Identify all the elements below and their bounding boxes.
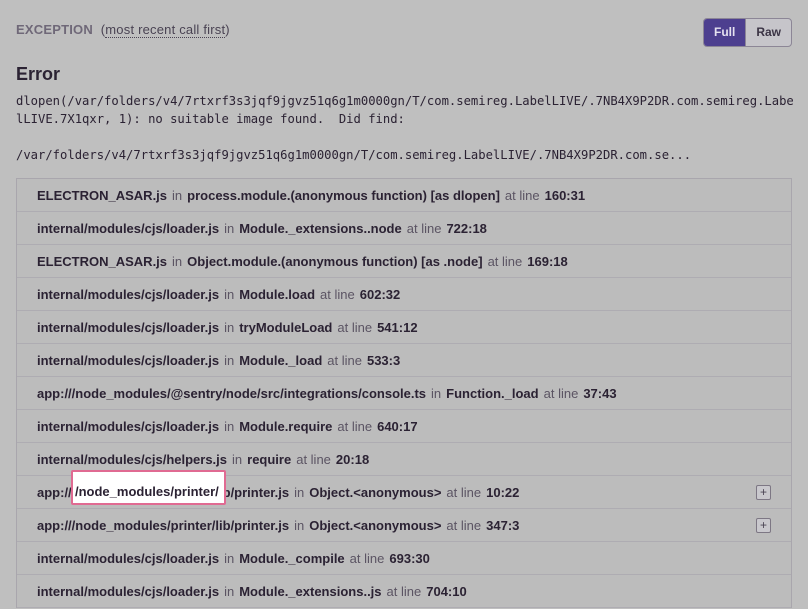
frame-in-label: in — [224, 319, 235, 335]
frame-at-line-label: at line — [320, 286, 355, 302]
stack-frames-list: ELECTRON_ASAR.js in process.module.(anonym… — [16, 178, 792, 608]
frame-line-number: 347:3 — [486, 517, 520, 533]
frame-in-label: in — [431, 385, 442, 401]
highlight-text: /node_modules/printer/ — [75, 484, 219, 499]
stack-frame-row[interactable]: internal/modules/cjs/loader.js in Module._… — [17, 344, 791, 377]
stack-frame-row[interactable]: app:///node_modules/@sentry/node/src/int… — [17, 377, 791, 410]
frame-in-label: in — [224, 352, 235, 368]
stack-frame-row[interactable]: internal/modules/cjs/loader.js in Module._… — [17, 575, 791, 608]
subtitle-close-paren: ) — [225, 22, 230, 37]
frame-in-label: in — [224, 418, 235, 434]
frame-at-line-label: at line — [327, 352, 362, 368]
frame-in-label: in — [224, 286, 235, 302]
frame-filename: app:///node_modules/@sentry/node/src/int… — [37, 385, 427, 401]
frame-filename: internal/modules/cjs/loader.js — [37, 286, 220, 302]
frame-at-line-label: at line — [543, 385, 579, 401]
expand-frame-icon[interactable]: + — [756, 518, 771, 533]
frame-function: Module._compile — [239, 550, 345, 566]
frame-filename: internal/modules/cjs/loader.js — [37, 550, 220, 566]
frame-at-line-label: at line — [446, 484, 482, 500]
exception-header: EXCEPTION (most recent call first) — [16, 22, 230, 38]
stack-frame-row[interactable]: ELECTRON_ASAR.js in process.module.(anonym… — [17, 179, 791, 212]
frame-line-number: 20:18 — [335, 451, 370, 467]
stack-frame-row[interactable]: app:///node_modules/printer/lib/printer.… — [17, 509, 791, 542]
frame-function: Object.module.(anonymous function) [as .… — [187, 253, 483, 269]
frame-function: Object.<anonymous> — [309, 484, 442, 500]
frame-filename: app:///node_modules/printer/lib/printer.… — [37, 517, 290, 533]
stack-frame-row[interactable]: ELECTRON_ASAR.js in Object.module.(anonymo… — [17, 245, 791, 278]
exception-panel: EXCEPTION (most recent call first) Full … — [0, 0, 808, 609]
frame-filename: ELECTRON_ASAR.js — [37, 253, 168, 269]
frame-at-line-label: at line — [337, 319, 373, 335]
frame-function: Function._load — [446, 385, 539, 401]
frame-at-line-label: at line — [504, 187, 540, 203]
frame-in-label: in — [232, 451, 243, 467]
frame-filename: ELECTRON_ASAR.js — [37, 187, 168, 203]
stack-frame-row[interactable]: internal/modules/cjs/loader.js in Module._… — [17, 542, 791, 575]
frame-function: Object.<anonymous> — [309, 517, 442, 533]
stack-frame-row[interactable]: internal/modules/cjs/loader.js in Module.r… — [17, 410, 791, 443]
frame-function: Module._extensions..js — [239, 583, 382, 599]
frame-in-label: in — [294, 517, 305, 533]
exception-subtitle: (most recent call first) — [101, 22, 230, 38]
stack-frame-row[interactable]: internal/modules/cjs/loader.js in tryModul… — [17, 311, 791, 344]
frame-at-line-label: at line — [386, 583, 422, 599]
frame-filename: internal/modules/cjs/loader.js — [37, 418, 220, 434]
frame-at-line-label: at line — [446, 517, 482, 533]
full-button[interactable]: Full — [703, 19, 746, 46]
frame-at-line-label: at line — [487, 253, 523, 269]
frame-line-number: 722:18 — [446, 220, 487, 236]
frame-filename: internal/modules/cjs/helpers.js — [37, 451, 228, 467]
exception-title: EXCEPTION — [16, 22, 93, 37]
frame-at-line-label: at line — [337, 418, 373, 434]
frame-filename: internal/modules/cjs/loader.js — [37, 352, 220, 368]
frame-in-label: in — [224, 550, 235, 566]
stack-frame-row[interactable]: internal/modules/cjs/loader.js in Module._… — [17, 212, 791, 245]
call-order-link[interactable]: most recent call first — [105, 22, 226, 38]
frame-line-number: 541:12 — [377, 319, 418, 335]
frame-filename: internal/modules/cjs/loader.js — [37, 319, 220, 335]
frame-filename: internal/modules/cjs/loader.js — [37, 220, 220, 236]
frame-function: require — [247, 451, 292, 467]
frame-function: process.module.(anonymous function) [as … — [187, 187, 500, 203]
frame-in-label: in — [172, 187, 183, 203]
frame-line-number: 169:18 — [527, 253, 568, 269]
frame-in-label: in — [224, 583, 235, 599]
frame-line-number: 640:17 — [377, 418, 418, 434]
frame-at-line-label: at line — [296, 451, 331, 467]
stack-frame-row[interactable]: internal/modules/cjs/loader.js in Module.l… — [17, 278, 791, 311]
frame-line-number: 533:3 — [366, 352, 401, 368]
frame-at-line-label: at line — [349, 550, 385, 566]
error-message: dlopen(/var/folders/v4/7rtxrf3s3jqf9jgvz… — [16, 94, 794, 162]
frame-function: Module._extensions..node — [239, 220, 402, 236]
error-type: Error — [16, 64, 61, 84]
frame-filename: internal/modules/cjs/loader.js — [37, 583, 220, 599]
frame-in-label: in — [294, 484, 305, 500]
frame-line-number: 160:31 — [544, 187, 586, 203]
frame-line-number: 602:32 — [359, 286, 401, 302]
full-raw-toggle: Full Raw — [702, 18, 792, 47]
frame-line-number: 37:43 — [583, 385, 617, 401]
frame-function: Module.load — [239, 286, 316, 302]
frame-line-number: 704:10 — [426, 583, 467, 599]
frame-line-number: 693:30 — [389, 550, 430, 566]
frame-in-label: in — [224, 220, 235, 236]
frame-function: Module.require — [239, 418, 333, 434]
frame-in-label: in — [172, 253, 183, 269]
expand-frame-icon[interactable]: + — [756, 485, 771, 500]
frame-function: tryModuleLoad — [239, 319, 333, 335]
frame-line-number: 10:22 — [486, 484, 520, 500]
raw-button[interactable]: Raw — [745, 19, 791, 46]
frame-function: Module._load — [239, 352, 323, 368]
frame-at-line-label: at line — [406, 220, 442, 236]
